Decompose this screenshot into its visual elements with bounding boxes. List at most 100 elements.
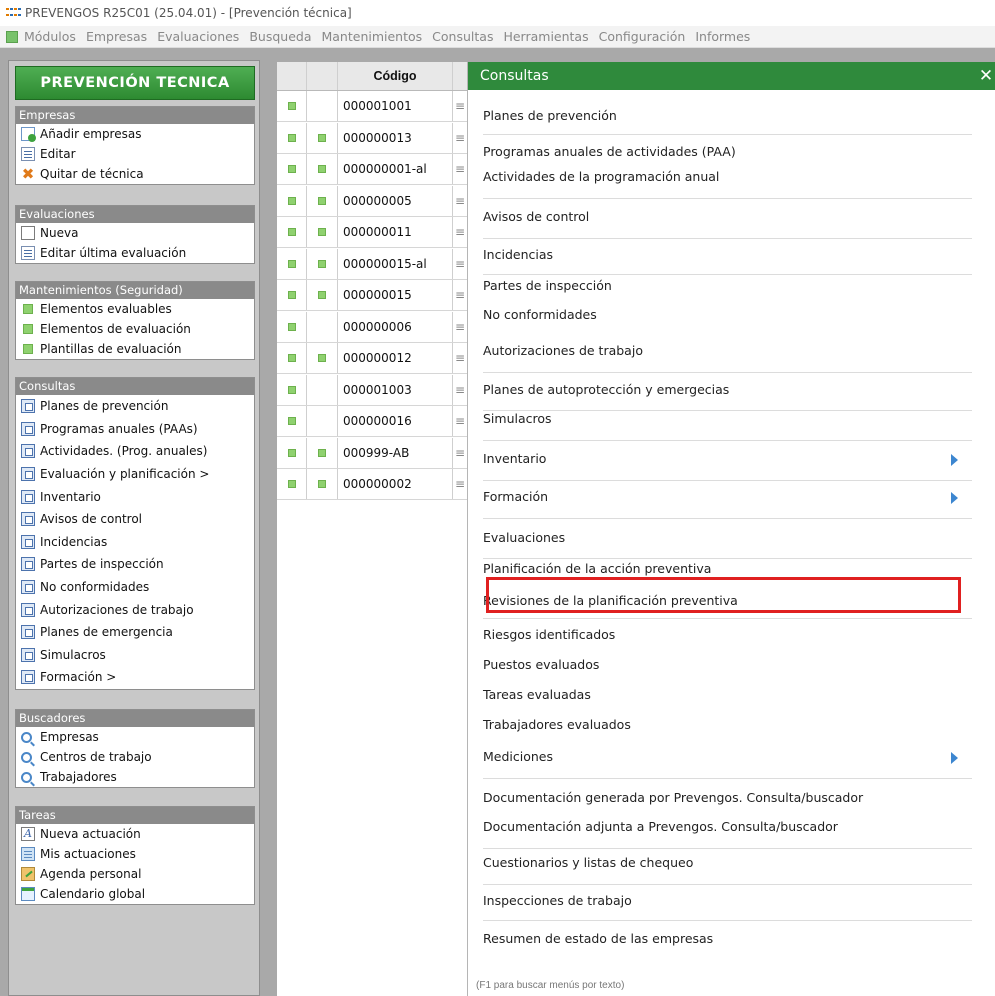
- sidebar-item-label: Elementos de evaluación: [40, 322, 191, 336]
- menu-informes[interactable]: Informes: [695, 29, 750, 44]
- menu-item-programas-anuales-de-actividades-paa[interactable]: Programas anuales de actividades (PAA): [483, 144, 736, 159]
- table-row[interactable]: 000000013 ≡: [277, 122, 467, 154]
- menu-item-no-conformidades[interactable]: No conformidades: [483, 307, 597, 322]
- menu-empresas[interactable]: Empresas: [86, 29, 147, 44]
- row-menu-icon[interactable]: ≡: [453, 375, 467, 405]
- table-row[interactable]: 000000005 ≡: [277, 185, 467, 217]
- sidebar-item-editar-ultima-evaluacion[interactable]: Editar última evaluación: [16, 243, 254, 263]
- menu-item-inventario[interactable]: Inventario: [483, 451, 546, 466]
- row-menu-icon[interactable]: ≡: [453, 312, 467, 342]
- sidebar-item-label: Planes de emergencia: [40, 625, 173, 640]
- sidebar-item-quitar-de-tecnica[interactable]: ✖ Quitar de técnica: [16, 164, 254, 184]
- row-menu-icon[interactable]: ≡: [453, 249, 467, 279]
- table-row[interactable]: 000001003 ≡: [277, 374, 467, 406]
- menu-item-planes-de-autoproteccion-y-emergecias[interactable]: Planes de autoprotección y emergecias: [483, 382, 729, 397]
- menu-item-inspecciones-de-trabajo[interactable]: Inspecciones de trabajo: [483, 893, 632, 908]
- menu-item-actividades-de-la-programacion-anual[interactable]: Actividades de la programación anual: [483, 169, 719, 184]
- sidebar-item-evaluacion-y-planificacion[interactable]: Evaluación y planificación >: [16, 463, 254, 486]
- sidebar-section-empresas: Empresas Añadir empresas Editar ✖ Quitar …: [15, 106, 255, 185]
- menu-item-tareas-evaluadas[interactable]: Tareas evaluadas: [483, 687, 591, 702]
- menu-item-puestos-evaluados[interactable]: Puestos evaluados: [483, 657, 599, 672]
- sidebar-item-autorizaciones-de-trabajo[interactable]: Autorizaciones de trabajo: [16, 598, 254, 621]
- row-menu-icon[interactable]: ≡: [453, 154, 467, 184]
- menu-busqueda[interactable]: Busqueda: [249, 29, 311, 44]
- menu-item-planificacion-de-la-accion-preventiva[interactable]: Planificación de la acción preventiva: [483, 561, 711, 576]
- sidebar-item-elementos-de-evaluacion[interactable]: Elementos de evaluación: [16, 319, 254, 339]
- sidebar-item-buscar-empresas[interactable]: Empresas: [16, 727, 254, 747]
- table-row[interactable]: 000000012 ≡: [277, 343, 467, 374]
- row-menu-icon[interactable]: ≡: [453, 186, 467, 216]
- header-col-2[interactable]: [307, 62, 338, 90]
- table-row[interactable]: 000000015 ≡: [277, 280, 467, 311]
- sidebar-item-mis-actuaciones[interactable]: Mis actuaciones: [16, 844, 254, 864]
- menu-item-documentacion-adjunta-a-prevengos-consulta-buscador[interactable]: Documentación adjunta a Prevengos. Consu…: [483, 819, 838, 834]
- sidebar-item-trabajadores[interactable]: Trabajadores: [16, 767, 254, 787]
- sidebar-item-nueva[interactable]: Nueva: [16, 223, 254, 243]
- sidebar-item-inventario[interactable]: Inventario: [16, 485, 254, 508]
- menu-mantenimientos[interactable]: Mantenimientos: [321, 29, 422, 44]
- sidebar-item-plantillas-de-evaluacion[interactable]: Plantillas de evaluación: [16, 339, 254, 359]
- menu-evaluaciones[interactable]: Evaluaciones: [157, 29, 239, 44]
- table-row[interactable]: 000000016 ≡: [277, 406, 467, 437]
- menu-item-formacion[interactable]: Formación: [483, 489, 548, 504]
- status-square-icon: [318, 259, 326, 268]
- sidebar-item-calendario-global[interactable]: Calendario global: [16, 884, 254, 904]
- menu-item-planes-de-prevencion[interactable]: Planes de prevención: [483, 108, 617, 123]
- sidebar-item-formacion[interactable]: Formación >: [16, 666, 254, 689]
- sidebar-item-nueva-actuacion[interactable]: A Nueva actuación: [16, 824, 254, 844]
- table-row[interactable]: 000000015-al ≡: [277, 248, 467, 280]
- menu-herramientas[interactable]: Herramientas: [503, 29, 588, 44]
- menu-item-documentacion-generada-por-prevengos-consulta-buscador[interactable]: Documentación generada por Prevengos. Co…: [483, 790, 863, 805]
- menu-item-partes-de-inspeccion[interactable]: Partes de inspección: [483, 278, 612, 293]
- menu-configuracion[interactable]: Configuración: [599, 29, 686, 44]
- sidebar-item-elementos-evaluables[interactable]: Elementos evaluables: [16, 299, 254, 319]
- menu-modulos[interactable]: Módulos: [24, 29, 76, 44]
- row-menu-icon[interactable]: ≡: [453, 217, 467, 247]
- sidebar-item-simulacros[interactable]: Simulacros: [16, 644, 254, 667]
- submenu-arrow-icon: [951, 454, 958, 466]
- menu-item-simulacros[interactable]: Simulacros: [483, 411, 552, 426]
- table-row[interactable]: 000999-AB ≡: [277, 437, 467, 469]
- status-cell-2: [307, 311, 338, 342]
- menu-item-resumen-de-estado-de-las-empresas[interactable]: Resumen de estado de las empresas: [483, 931, 713, 946]
- row-menu-icon[interactable]: ≡: [453, 469, 467, 499]
- sidebar-item-planes-de-emergencia[interactable]: Planes de emergencia: [16, 621, 254, 644]
- table-row[interactable]: 000000002 ≡: [277, 469, 467, 500]
- sidebar-item-editar[interactable]: Editar: [16, 144, 254, 164]
- header-col-1[interactable]: [277, 62, 307, 90]
- menu-item-evaluaciones[interactable]: Evaluaciones: [483, 530, 565, 545]
- menu-consultas[interactable]: Consultas: [432, 29, 493, 44]
- table-row[interactable]: 000001001 ≡: [277, 91, 467, 122]
- menu-item-autorizaciones-de-trabajo[interactable]: Autorizaciones de trabajo: [483, 343, 643, 358]
- menu-item-cuestionarios-y-listas-de-chequeo[interactable]: Cuestionarios y listas de chequeo: [483, 855, 693, 870]
- table-row[interactable]: 000000006 ≡: [277, 311, 467, 343]
- sidebar-item-actividades[interactable]: Actividades. (Prog. anuales): [16, 440, 254, 463]
- row-menu-icon[interactable]: ≡: [453, 123, 467, 153]
- menu-item-riesgos-identificados[interactable]: Riesgos identificados: [483, 627, 615, 642]
- header-col-4[interactable]: [453, 62, 467, 90]
- status-cell: [277, 91, 307, 121]
- menu-item-trabajadores-evaluados[interactable]: Trabajadores evaluados: [483, 717, 631, 732]
- sidebar-item-agenda-personal[interactable]: Agenda personal: [16, 864, 254, 884]
- menu-item-incidencias[interactable]: Incidencias: [483, 247, 553, 262]
- submenu-arrow-icon: [951, 492, 958, 504]
- row-menu-icon[interactable]: ≡: [453, 438, 467, 468]
- close-icon[interactable]: ✕: [977, 62, 995, 90]
- sidebar-item-partes-de-inspeccion[interactable]: Partes de inspección: [16, 553, 254, 576]
- row-menu-icon[interactable]: ≡: [453, 343, 467, 373]
- sidebar-item-planes-de-prevencion[interactable]: Planes de prevención: [16, 395, 254, 418]
- sidebar-item-anadir-empresas[interactable]: Añadir empresas: [16, 124, 254, 144]
- sidebar-item-programas-anuales[interactable]: Programas anuales (PAAs): [16, 418, 254, 441]
- row-menu-icon[interactable]: ≡: [453, 280, 467, 310]
- row-menu-icon[interactable]: ≡: [453, 91, 467, 121]
- menu-item-avisos-de-control[interactable]: Avisos de control: [483, 209, 589, 224]
- sidebar-item-no-conformidades[interactable]: No conformidades: [16, 576, 254, 599]
- table-row[interactable]: 000000011 ≡: [277, 217, 467, 248]
- sidebar-item-incidencias[interactable]: Incidencias: [16, 531, 254, 554]
- sidebar-item-avisos-de-control[interactable]: Avisos de control: [16, 508, 254, 531]
- header-codigo[interactable]: Código: [338, 62, 453, 90]
- menu-item-mediciones[interactable]: Mediciones: [483, 749, 553, 764]
- table-row[interactable]: 000000001-al ≡: [277, 154, 467, 185]
- sidebar-item-centros-de-trabajo[interactable]: Centros de trabajo: [16, 747, 254, 767]
- row-menu-icon[interactable]: ≡: [453, 406, 467, 436]
